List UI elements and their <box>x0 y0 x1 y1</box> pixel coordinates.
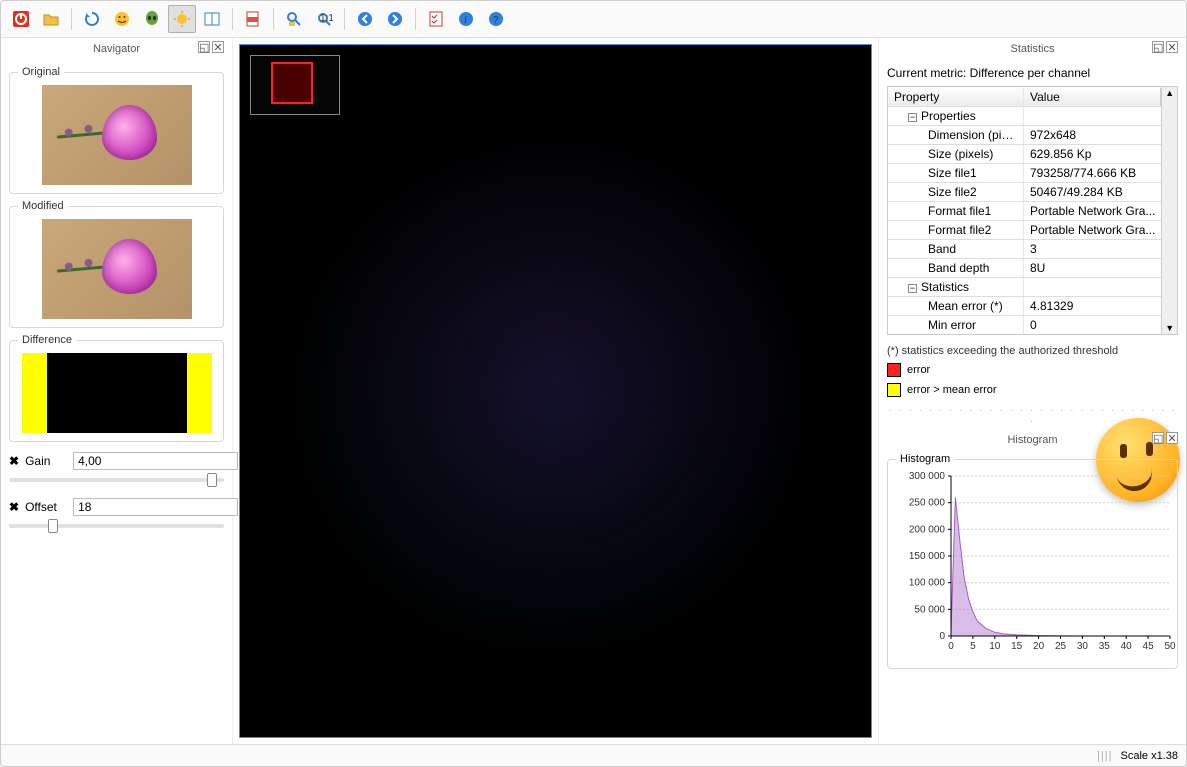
image-viewer[interactable] <box>239 44 872 738</box>
right-panel: Statistics ◱ ✕ Current metric: Differenc… <box>878 38 1186 744</box>
minimap[interactable] <box>250 55 340 115</box>
split-view-icon[interactable] <box>198 5 226 33</box>
offset-label: Offset <box>25 500 67 514</box>
help-icon[interactable]: ? <box>482 5 510 33</box>
alien-icon[interactable] <box>138 5 166 33</box>
difference-group: Difference <box>9 340 224 442</box>
panel-close-icon[interactable]: ✕ <box>212 41 224 53</box>
histogram-chart: Histogram 050 000100 000150 000200 00025… <box>887 459 1178 669</box>
gain-reset-button[interactable]: ✖ <box>9 454 19 468</box>
col-value[interactable]: Value <box>1024 88 1161 106</box>
svg-text:30: 30 <box>1077 641 1089 652</box>
pdf-icon[interactable] <box>239 5 267 33</box>
svg-text:25: 25 <box>1055 641 1067 652</box>
histogram-title: Histogram <box>1007 434 1057 446</box>
gain-label: Gain <box>25 454 67 468</box>
svg-text:1:1: 1:1 <box>320 13 333 24</box>
svg-text:50: 50 <box>1164 641 1176 652</box>
hist-close-icon[interactable]: ✕ <box>1166 432 1178 444</box>
refresh-icon[interactable] <box>78 5 106 33</box>
sun-icon[interactable] <box>168 5 196 33</box>
svg-text:15: 15 <box>1011 641 1023 652</box>
original-label: Original <box>18 66 64 78</box>
scale-label: Scale x1.38 <box>1121 750 1178 762</box>
offset-slider[interactable] <box>9 524 224 528</box>
stats-scrollbar[interactable]: ▲▼ <box>1161 87 1177 334</box>
statusbar: |||| Scale x1.38 <box>1 744 1186 766</box>
checklist-icon[interactable] <box>422 5 450 33</box>
stats-popout-icon[interactable]: ◱ <box>1152 41 1164 53</box>
hist-popout-icon[interactable]: ◱ <box>1152 432 1164 444</box>
modified-label: Modified <box>18 200 68 212</box>
tree-toggle[interactable]: − <box>908 113 917 122</box>
original-group: Original <box>9 72 224 194</box>
statusbar-grip-icon: |||| <box>1097 750 1112 762</box>
svg-text:100 000: 100 000 <box>909 578 946 589</box>
legend-error-label: error <box>907 364 930 376</box>
stats-close-icon[interactable]: ✕ <box>1166 41 1178 53</box>
gain-slider[interactable] <box>9 478 224 482</box>
svg-text:50 000: 50 000 <box>914 604 945 615</box>
svg-text:45: 45 <box>1143 641 1155 652</box>
svg-text:0: 0 <box>939 631 945 642</box>
tree-toggle[interactable]: − <box>908 284 917 293</box>
statistics-table: Property Value −Properties Dimension (pi… <box>887 86 1178 335</box>
svg-text:i: i <box>464 15 467 26</box>
difference-label: Difference <box>18 334 76 346</box>
current-metric-label: Current metric: Difference per channel <box>887 66 1178 80</box>
stats-footnote: (*) statistics exceeding the authorized … <box>887 345 1178 357</box>
zoom-region-icon[interactable] <box>280 5 308 33</box>
navigator-title: Navigator <box>93 43 140 55</box>
svg-text:250 000: 250 000 <box>909 498 946 509</box>
svg-text:300 000: 300 000 <box>909 471 946 482</box>
statistics-title: Statistics <box>1010 43 1054 55</box>
offset-input[interactable] <box>73 498 238 516</box>
difference-thumbnail[interactable] <box>22 353 212 433</box>
col-property[interactable]: Property <box>888 88 1024 106</box>
svg-text:20: 20 <box>1033 641 1045 652</box>
legend-gtmean-swatch <box>887 383 901 397</box>
svg-text:?: ? <box>493 15 499 26</box>
svg-text:5: 5 <box>970 641 976 652</box>
panel-popout-icon[interactable]: ◱ <box>198 41 210 53</box>
navigator-panel: Navigator ◱ ✕ Original Modified Differen… <box>1 38 233 744</box>
forward-icon[interactable] <box>381 5 409 33</box>
modified-group: Modified <box>9 206 224 328</box>
legend-gtmean-label: error > mean error <box>907 384 997 396</box>
gain-input[interactable] <box>73 452 238 470</box>
main-toolbar: 1:1 i ? <box>1 1 1186 38</box>
svg-text:10: 10 <box>989 641 1001 652</box>
legend-error-swatch <box>887 363 901 377</box>
svg-text:40: 40 <box>1121 641 1133 652</box>
original-thumbnail[interactable] <box>42 85 192 185</box>
modified-thumbnail[interactable] <box>42 219 192 319</box>
zoom-fit-icon[interactable]: 1:1 <box>310 5 338 33</box>
offset-reset-button[interactable]: ✖ <box>9 500 19 514</box>
back-icon[interactable] <box>351 5 379 33</box>
smiley-icon[interactable] <box>108 5 136 33</box>
svg-text:150 000: 150 000 <box>909 551 946 562</box>
svg-text:200 000: 200 000 <box>909 524 946 535</box>
open-icon[interactable] <box>37 5 65 33</box>
svg-text:0: 0 <box>948 641 954 652</box>
minimap-viewport[interactable] <box>271 62 313 104</box>
power-icon[interactable] <box>7 5 35 33</box>
svg-text:35: 35 <box>1099 641 1111 652</box>
info-icon[interactable]: i <box>452 5 480 33</box>
